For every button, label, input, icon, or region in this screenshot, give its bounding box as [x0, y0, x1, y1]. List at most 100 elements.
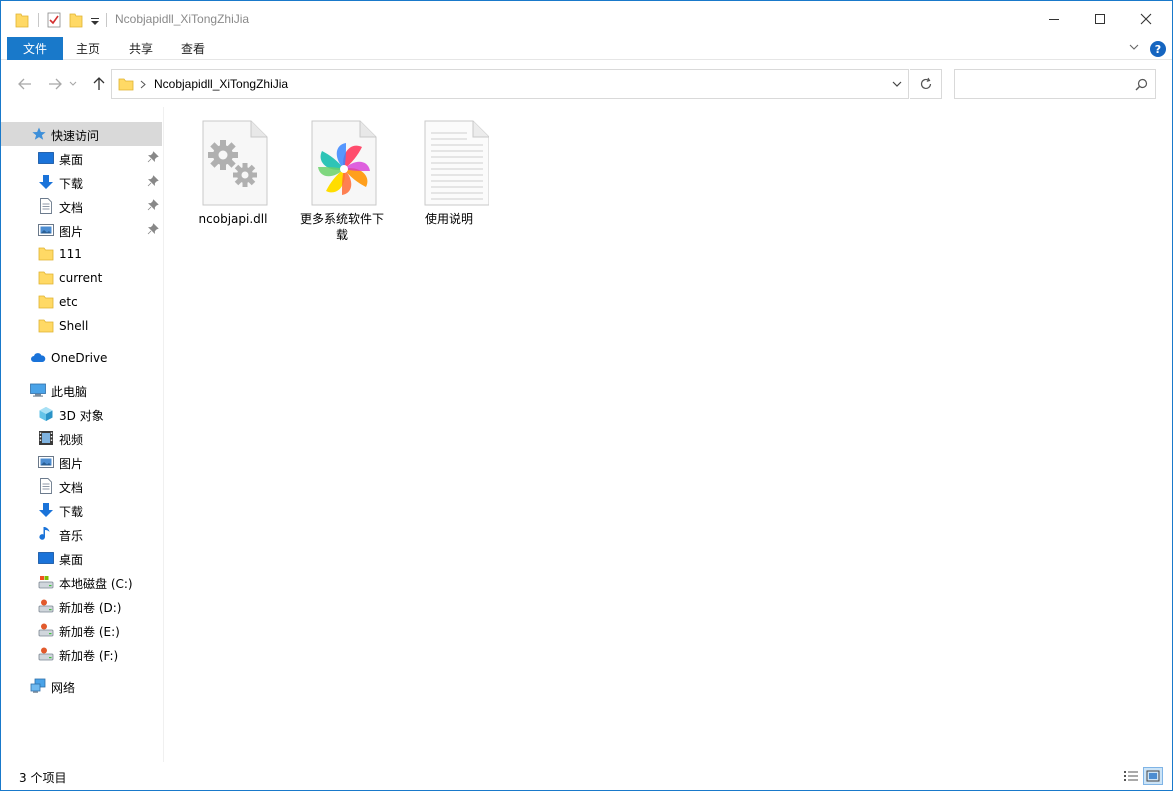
sidebar-item-label: 快速访问 [51, 129, 100, 143]
tab-view[interactable]: 查看 [181, 37, 205, 60]
file-item-readme[interactable]: 使用说明 [401, 117, 497, 227]
large-icons-view-button[interactable] [1143, 767, 1163, 785]
sidebar-item-onedrive[interactable]: OneDrive [1, 346, 162, 370]
folder-icon [118, 78, 134, 91]
sidebar-item-drive-e[interactable]: 新加卷 (E:) [1, 618, 162, 642]
sidebar-item-label: 下载 [59, 505, 84, 519]
navigation-bar: Ncobjapidll_XiTongZhiJia [1, 61, 1172, 107]
forward-button[interactable] [45, 74, 65, 94]
sidebar-item-pictures-pc[interactable]: 图片 [1, 450, 162, 474]
drive-icon [38, 623, 54, 637]
video-icon [39, 431, 53, 445]
sidebar-item-music[interactable]: 音乐 [1, 522, 162, 546]
large-icons-view-icon [1146, 770, 1160, 782]
pin-icon[interactable] [147, 223, 159, 235]
sidebar-item-label: 3D 对象 [59, 409, 104, 423]
pinwheel-icon [311, 120, 377, 206]
address-path: Ncobjapidll_XiTongZhiJia [154, 77, 289, 91]
title-bar: Ncobjapidll_XiTongZhiJia [1, 1, 1172, 37]
sidebar-item-label: 111 [59, 247, 82, 261]
text-file-icon [424, 120, 490, 206]
sidebar-item-this-pc[interactable]: 此电脑 [1, 378, 162, 402]
file-name: 更多系统软件下载 [299, 212, 384, 242]
download-icon [39, 175, 53, 189]
network-icon [30, 678, 46, 693]
sidebar-item-quick-access[interactable]: 快速访问 [1, 122, 162, 146]
help-button[interactable]: ? [1150, 41, 1166, 57]
sidebar-item-label: 音乐 [59, 529, 84, 543]
chevron-right-icon [140, 80, 146, 89]
back-button[interactable] [15, 74, 35, 94]
tab-file[interactable]: 文件 [7, 37, 63, 60]
sidebar-item-videos[interactable]: 视频 [1, 426, 162, 450]
refresh-button[interactable] [910, 69, 942, 99]
picture-icon [38, 456, 54, 468]
document-icon [40, 198, 52, 214]
sidebar-item-label: 文档 [59, 201, 84, 215]
sidebar-item-desktop[interactable]: 桌面 [1, 146, 162, 170]
new-folder-icon[interactable] [69, 10, 83, 30]
sidebar-item-3d-objects[interactable]: 3D 对象 [1, 402, 162, 426]
sidebar-item-label: 新加卷 (F:) [59, 649, 119, 663]
tab-home[interactable]: 主页 [76, 37, 100, 60]
sidebar-item-label: OneDrive [51, 351, 108, 365]
folder-icon [38, 271, 54, 285]
properties-icon[interactable] [47, 10, 61, 30]
pin-icon[interactable] [147, 151, 159, 163]
sidebar-item-label: etc [59, 295, 78, 309]
up-button[interactable] [89, 74, 109, 94]
sidebar-item-downloads-pc[interactable]: 下载 [1, 498, 162, 522]
customize-toolbar-icon[interactable] [90, 10, 100, 30]
sidebar-item-drive-d[interactable]: 新加卷 (D:) [1, 594, 162, 618]
window-title: Ncobjapidll_XiTongZhiJia [115, 12, 250, 26]
sidebar-item-folder-shell[interactable]: Shell [1, 314, 162, 338]
sidebar-item-documents-pc[interactable]: 文档 [1, 474, 162, 498]
file-item-more-software[interactable]: 更多系统软件下载 [294, 117, 390, 243]
file-item-ncobjapi-dll[interactable]: ncobjapi.dll [185, 117, 281, 227]
close-button[interactable] [1123, 1, 1169, 37]
pin-icon[interactable] [147, 175, 159, 187]
item-count: 3 个项目 [19, 771, 67, 785]
pin-icon[interactable] [147, 199, 159, 211]
address-bar[interactable]: Ncobjapidll_XiTongZhiJia [111, 69, 909, 99]
document-icon [40, 478, 52, 494]
sidebar-item-documents[interactable]: 文档 [1, 194, 162, 218]
drive-icon [38, 576, 54, 589]
folder-icon [38, 247, 54, 261]
sidebar-item-label: 图片 [59, 457, 84, 471]
arrow-up-icon [93, 77, 105, 90]
refresh-icon [920, 77, 931, 90]
sidebar-item-folder-111[interactable]: 111 [1, 242, 162, 266]
sidebar-item-drive-f[interactable]: 新加卷 (F:) [1, 642, 162, 666]
tab-share[interactable]: 共享 [129, 37, 153, 60]
sidebar-item-folder-current[interactable]: current [1, 266, 162, 290]
ribbon-expand-button[interactable] [1129, 42, 1139, 55]
minimize-button[interactable] [1031, 1, 1077, 37]
cube-icon [39, 407, 53, 421]
desktop-icon [38, 152, 54, 164]
chevron-down-icon[interactable] [892, 81, 902, 88]
sidebar-item-pictures[interactable]: 图片 [1, 218, 162, 242]
computer-icon [30, 383, 46, 397]
sidebar-item-drive-c[interactable]: 本地磁盘 (C:) [1, 570, 162, 594]
close-icon [1140, 13, 1152, 25]
recent-locations-button[interactable] [67, 74, 79, 94]
minimize-icon [1049, 19, 1059, 20]
download-icon [39, 503, 53, 517]
sidebar-item-desktop-pc[interactable]: 桌面 [1, 546, 162, 570]
sidebar-item-label: 此电脑 [51, 385, 88, 399]
sidebar-item-label: 新加卷 (D:) [59, 601, 122, 615]
maximize-button[interactable] [1077, 1, 1123, 37]
folder-icon [38, 319, 54, 333]
details-view-icon [1124, 771, 1138, 781]
sidebar-item-network[interactable]: 网络 [1, 674, 162, 698]
sidebar-item-downloads[interactable]: 下载 [1, 170, 162, 194]
sidebar-item-folder-etc[interactable]: etc [1, 290, 162, 314]
search-input[interactable] [954, 69, 1156, 99]
folder-icon [38, 295, 54, 309]
details-view-button[interactable] [1121, 767, 1141, 785]
file-name: ncobjapi.dll [198, 212, 268, 226]
sidebar-item-label: 视频 [59, 433, 84, 447]
search-icon [1135, 78, 1148, 91]
drive-icon [38, 599, 54, 613]
